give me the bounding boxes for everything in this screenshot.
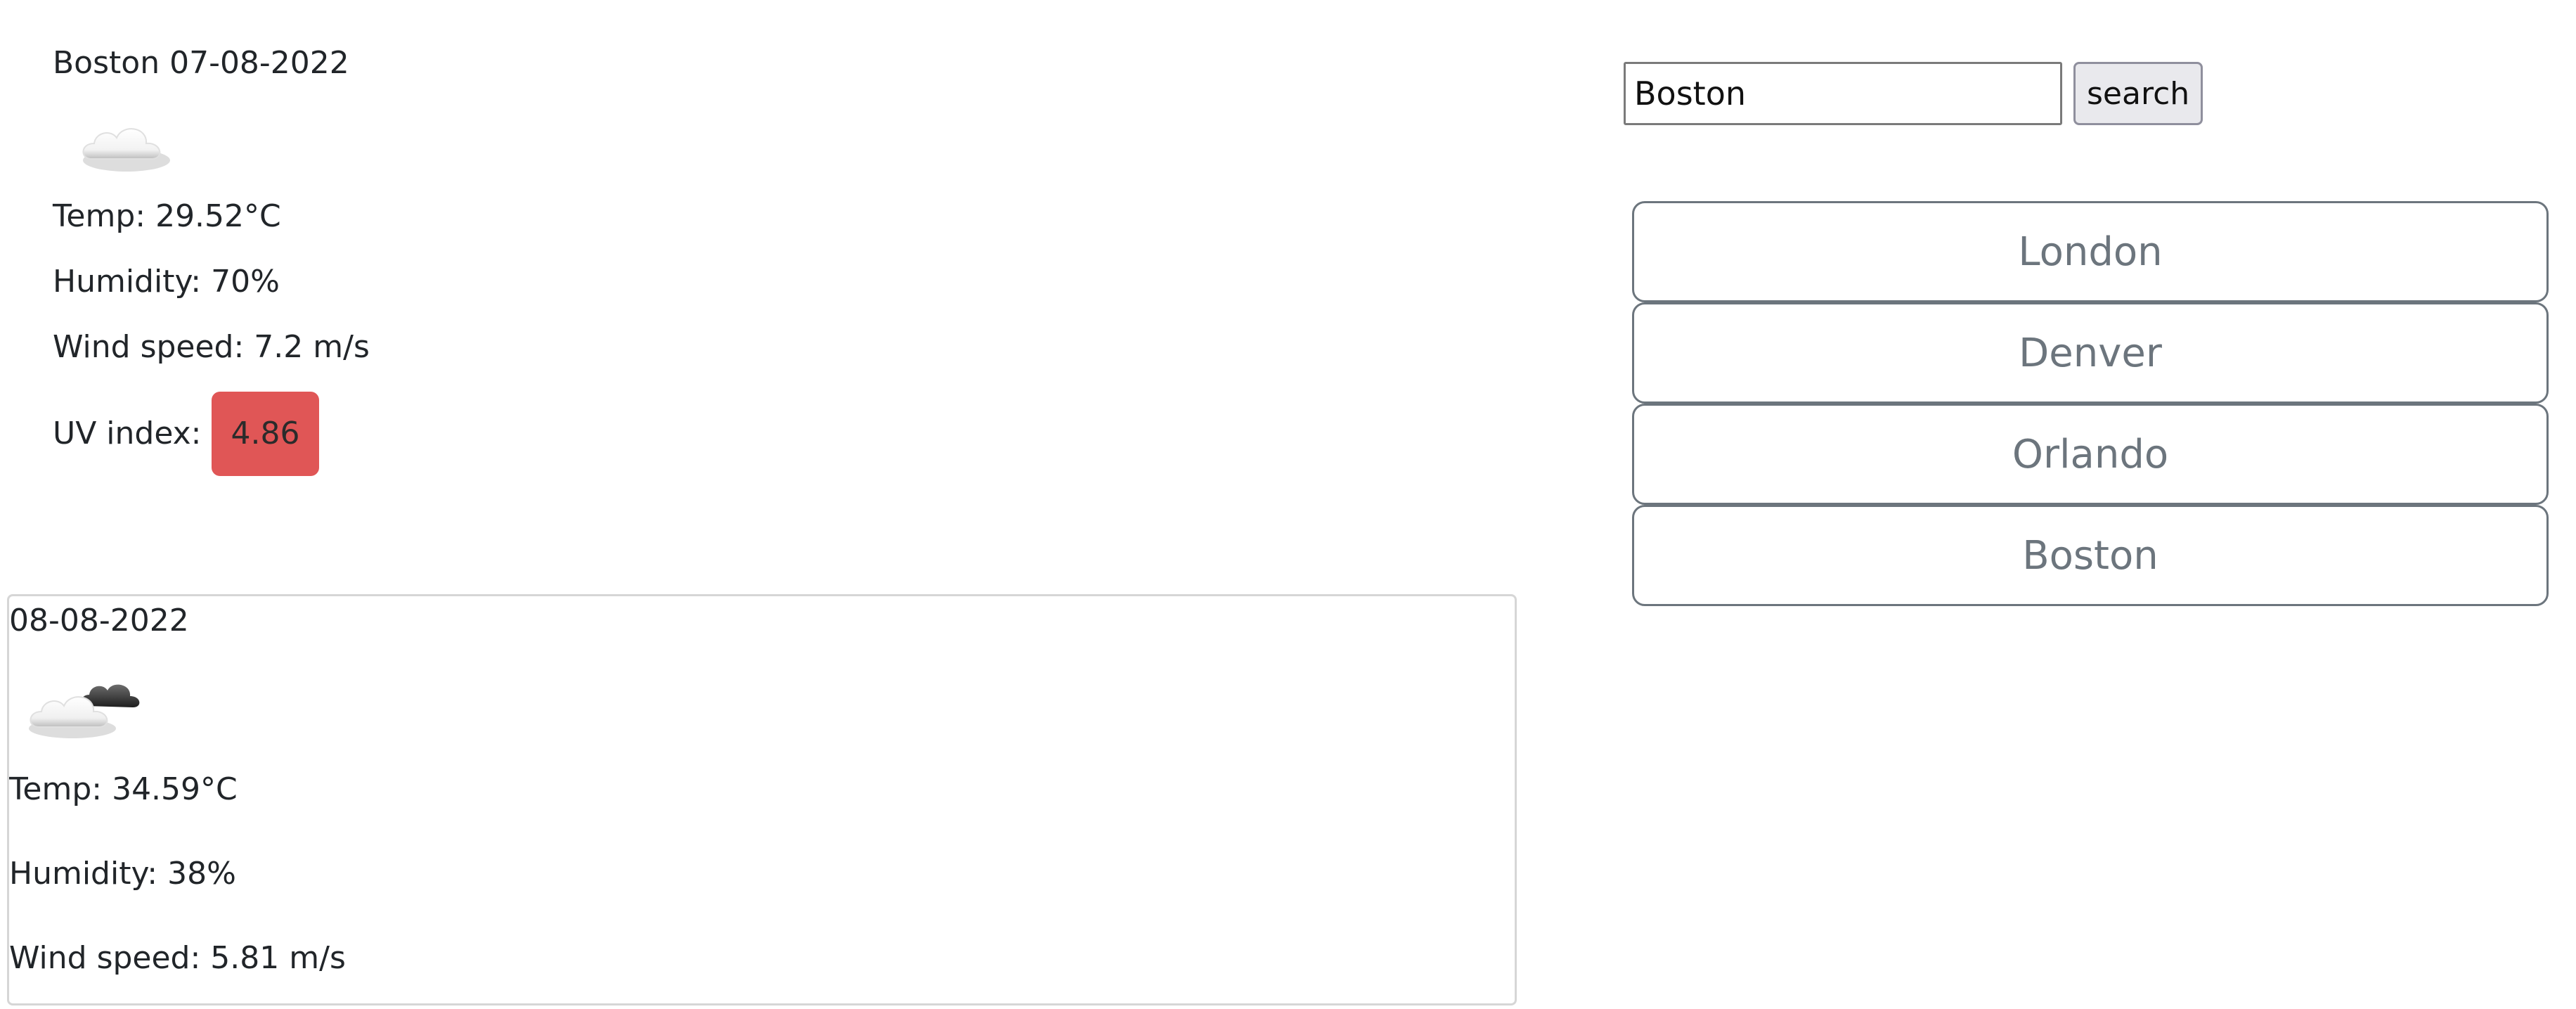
forecast-card: 08-08-2022 Temp: 34.59°C Humidity: 38% W… [7,594,1517,1005]
forecast-wind: Wind speed: 5.81 m/s [9,940,346,976]
history-item-london[interactable]: London [1632,201,2549,302]
partly-cloudy-icon [23,660,157,744]
uv-badge: 4.86 [211,392,320,476]
search-button[interactable]: search [2073,62,2203,125]
uv-label: UV index: [53,416,202,451]
current-humidity: Humidity: 70% [53,264,280,300]
current-city-date: Boston 07-08-2022 [53,45,349,81]
uv-row: UV index: 4.86 [53,392,756,476]
current-weather: Boston 07-08-2022 Temp: 29.52°C Humidity… [53,42,756,476]
history-item-orlando[interactable]: Orlando [1632,404,2549,505]
search-input[interactable] [1624,62,2062,125]
forecast-date: 08-08-2022 [9,603,189,638]
search-history: London Denver Orlando Boston [1632,201,2549,606]
search-area: search [1624,62,2203,125]
cloud-icon [70,98,183,183]
current-wind: Wind speed: 7.2 m/s [53,329,370,365]
history-item-denver[interactable]: Denver [1632,302,2549,404]
forecast-temp: Temp: 34.59°C [9,771,238,807]
weather-dashboard: Boston 07-08-2022 Temp: 29.52°C Humidity… [0,0,2576,1009]
history-item-boston[interactable]: Boston [1632,505,2549,606]
current-temp: Temp: 29.52°C [53,198,281,234]
forecast-humidity: Humidity: 38% [9,856,236,892]
